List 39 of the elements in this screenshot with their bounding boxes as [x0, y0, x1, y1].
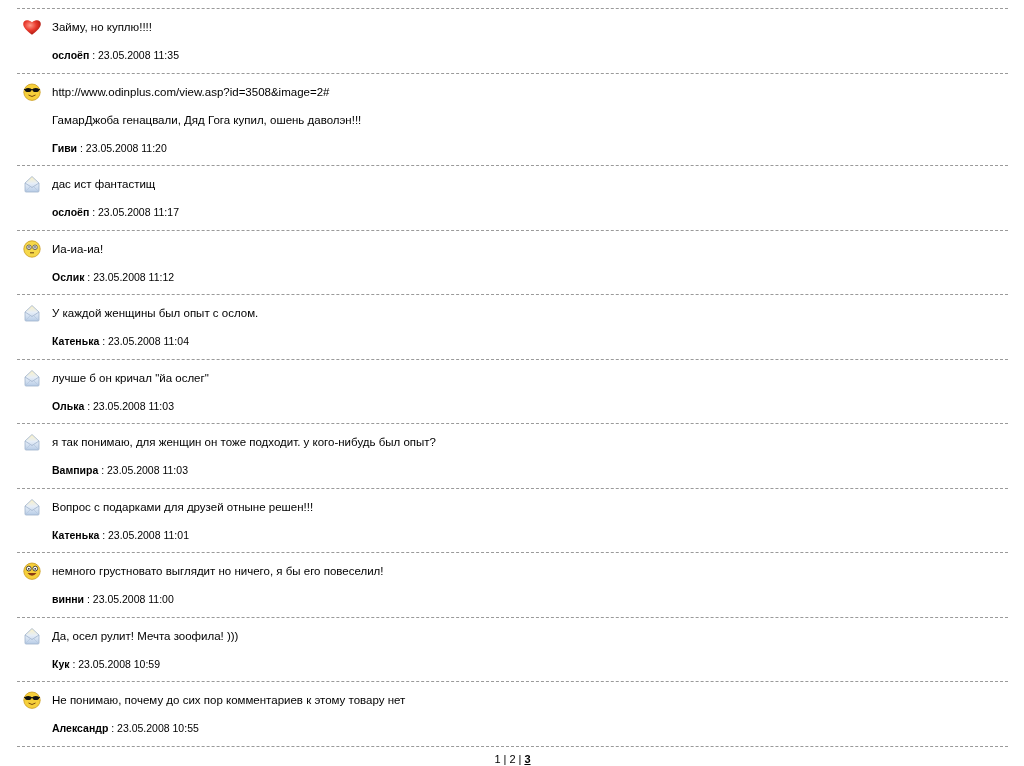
comment-text: Вопрос с подарками для друзей отныне решен!!! [52, 500, 314, 513]
envelope-icon [23, 368, 41, 387]
envelope-icon [23, 626, 41, 645]
page-separator: | [518, 752, 522, 765]
envelope-icon [23, 175, 41, 193]
comment-text: ГамарДжоба генацвали, Дяд Гога купил, ошень даволэн!!! [52, 113, 362, 126]
page-separator: | [503, 752, 507, 765]
envelope-icon [23, 433, 41, 451]
comment-text: я так понимаю, для женщин он тоже подходит. у кого-нибудь был опыт? [52, 436, 436, 448]
page-link[interactable]: 2 [509, 752, 516, 765]
glasses-smiley-icon [23, 562, 41, 580]
comment-byline: ослоёп : 23.05.2008 11:17 [52, 206, 179, 218]
surprised-smiley-icon [23, 239, 41, 258]
sunglasses-smiley-icon [23, 691, 41, 709]
comment-byline: Вампира : 23.05.2008 11:03 [52, 464, 188, 476]
heart-icon [23, 18, 41, 36]
envelope-icon [23, 497, 41, 516]
comment-text: Да, осел рулит! Мечта зоофила! ))) [52, 629, 239, 642]
page-link[interactable]: 1 [494, 752, 501, 765]
comment-byline: Олька : 23.05.2008 11:03 [52, 399, 174, 412]
comment-text: http://www.odinplus.com/view.asp?id=3508&image=2# [52, 85, 330, 98]
comment-byline: ослоёп : 23.05.2008 11:35 [52, 49, 179, 61]
comment-text: Иа-иа-иа! [52, 242, 104, 255]
comment-byline: Кук : 23.05.2008 10:59 [52, 657, 160, 670]
comment-text: У каждой женщины был опыт с ослом. [52, 307, 259, 319]
comment-text: Займу, но куплю!!!! [52, 21, 152, 33]
comment-byline: Ослик : 23.05.2008 11:12 [52, 270, 175, 283]
comment-text: немного грустновато выглядит но ничего, я бы его повеселил! [52, 565, 384, 577]
page-link[interactable]: 3 [524, 752, 531, 765]
comment-text: дас ист фантастищ [52, 178, 156, 190]
comment-text: лучше б он кричал "йа ослег" [52, 371, 209, 384]
envelope-icon [23, 304, 41, 322]
comment-byline: Александр : 23.05.2008 10:55 [52, 722, 199, 734]
comment-byline: Катенька : 23.05.2008 11:04 [52, 335, 189, 347]
sunglasses-smiley-icon [23, 82, 41, 101]
comment-byline: винни : 23.05.2008 11:00 [52, 593, 174, 605]
comment-byline: Катенька : 23.05.2008 11:01 [52, 528, 189, 541]
comment-text: Не понимаю, почему до сих пор комментариев к этому товару нет [52, 694, 406, 706]
comment-byline: Гиви : 23.05.2008 11:20 [52, 141, 167, 154]
